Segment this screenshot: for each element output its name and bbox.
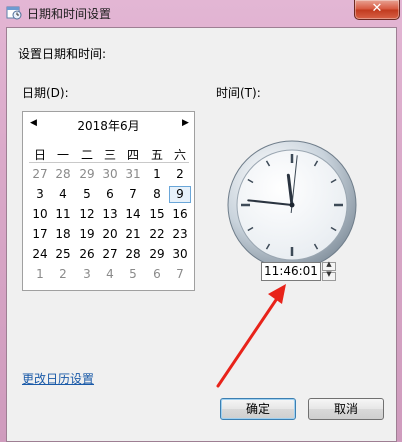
weekday-header: 二 [80,148,93,162]
calendar-day[interactable]: 28 [122,246,144,263]
calendar-day[interactable]: 12 [76,206,98,223]
calendar-day[interactable]: 5 [76,186,98,203]
calendar-day[interactable]: 14 [122,206,144,223]
calendar-month-title[interactable]: 2018年6月 [23,117,194,134]
calendar-day[interactable]: 11 [52,206,74,223]
change-calendar-settings-link[interactable]: 更改日历设置 [22,370,94,387]
calendar-day[interactable]: 6 [99,186,121,203]
date-label: 日期(D): [22,86,69,100]
calendar-day[interactable]: 20 [99,226,121,243]
ok-button[interactable]: 确定 [220,398,296,420]
calendar-day[interactable]: 15 [146,206,168,223]
window-title: 日期和时间设置 [27,7,112,21]
calendar-day[interactable]: 1 [29,266,51,283]
calendar-day[interactable]: 25 [52,246,74,263]
calendar-day[interactable]: 4 [52,186,74,203]
calendar-day[interactable]: 27 [29,166,51,183]
calendar-day[interactable]: 21 [122,226,144,243]
calendar-day[interactable]: 29 [76,166,98,183]
clock-center [289,202,295,208]
calendar-day[interactable]: 31 [122,166,144,183]
weekday-header: 三 [103,148,116,162]
calendar-day[interactable]: 7 [122,186,144,203]
calendar-day[interactable]: 27 [99,246,121,263]
close-icon: ✕ [371,1,383,16]
calendar-day[interactable]: 30 [99,166,121,183]
section-heading: 设置日期和时间: [18,47,107,61]
cancel-button[interactable]: 取消 [308,398,384,420]
calendar: ◀ 2018年6月 ▶ 日一二三四五六 27 28 29 30 31 1 2 3 4 5 6 7 8 9 1… [22,111,195,291]
spin-down-icon: ▼ [326,270,332,278]
weekday-header: 一 [56,148,69,162]
calendar-day[interactable]: 29 [146,246,168,263]
calendar-day[interactable]: 3 [29,186,51,203]
calendar-day[interactable]: 4 [99,266,121,283]
weekday-header: 六 [173,148,186,162]
next-month-icon[interactable]: ▶ [182,118,189,128]
time-label: 时间(T): [216,86,261,100]
calendar-day[interactable]: 22 [146,226,168,243]
calendar-day[interactable]: 7 [169,266,191,283]
title-bar: 日期和时间设置 ✕ [0,0,402,26]
calendar-header-divider [29,162,189,163]
calendar-day[interactable]: 3 [76,266,98,283]
close-button[interactable]: ✕ [354,0,400,20]
calendar-day[interactable]: 16 [169,206,191,223]
calendar-day[interactable]: 6 [146,266,168,283]
calendar-day[interactable]: 23 [169,226,191,243]
calendar-day[interactable]: 19 [76,226,98,243]
calendar-day[interactable]: 13 [99,206,121,223]
calendar-day[interactable]: 8 [146,186,168,203]
calendar-clock-icon [6,6,22,20]
calendar-day[interactable]: 2 [52,266,74,283]
calendar-day[interactable]: 30 [169,246,191,263]
calendar-day[interactable]: 18 [52,226,74,243]
calendar-day[interactable]: 1 [146,166,168,183]
calendar-day[interactable]: 28 [52,166,74,183]
weekday-header: 日 [33,148,46,162]
weekday-header: 五 [150,148,163,162]
calendar-day[interactable]: 10 [29,206,51,223]
calendar-day[interactable]: 24 [29,246,51,263]
calendar-day[interactable]: 17 [29,226,51,243]
calendar-day[interactable]: 5 [122,266,144,283]
calendar-day-selected[interactable]: 9 [169,186,191,203]
time-spin-down-button[interactable]: ▼ [322,270,336,281]
spin-up-icon: ▲ [326,260,332,268]
dialog-body: 设置日期和时间: 日期(D): 时间(T): ◀ 2018年6月 ▶ 日一二三四… [6,27,397,442]
weekday-header: 四 [126,148,139,162]
calendar-day[interactable]: 26 [76,246,98,263]
calendar-day[interactable]: 2 [169,166,191,183]
analog-clock [227,140,357,270]
time-input[interactable]: 11:46:01 [261,262,321,281]
